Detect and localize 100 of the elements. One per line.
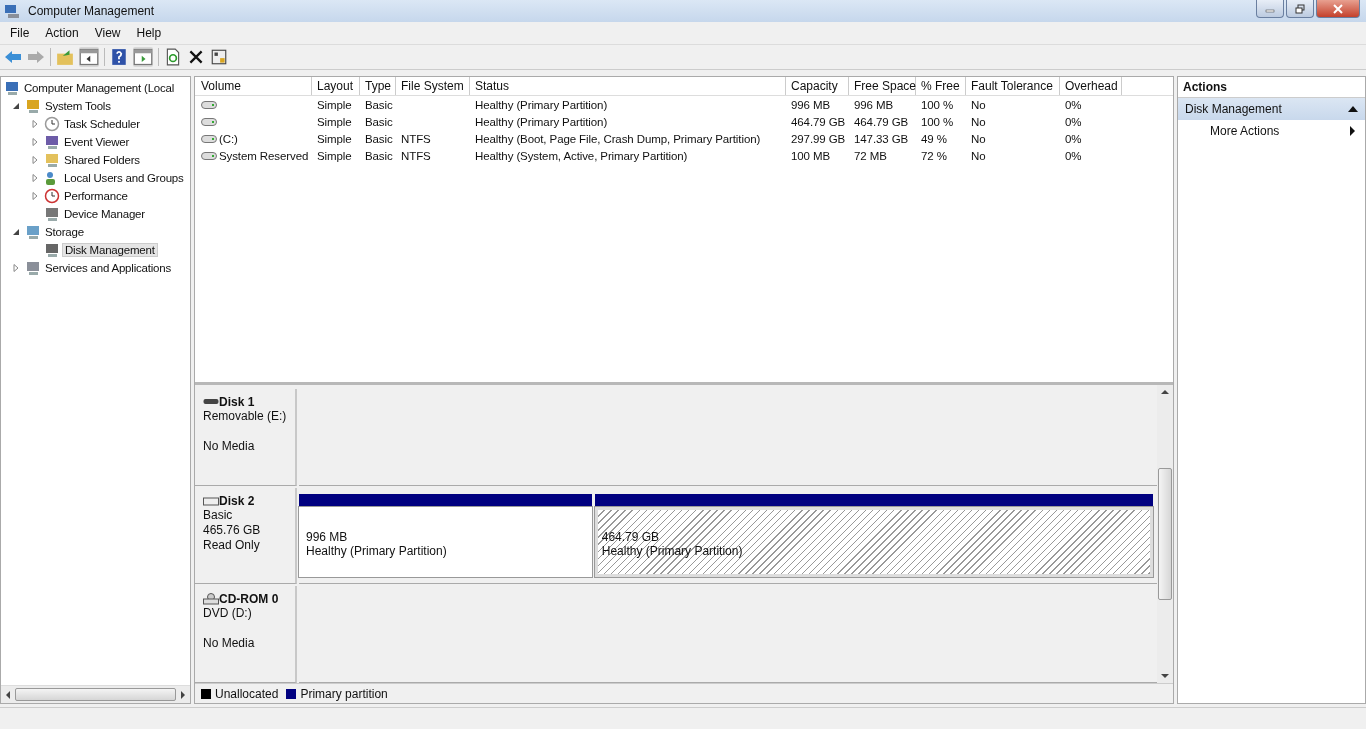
table-cell: NTFS — [401, 149, 431, 162]
column-header[interactable]: % Free — [916, 77, 966, 95]
partition-block[interactable]: 996 MB Healthy (Primary Partition) — [299, 506, 592, 578]
storage-icon — [25, 224, 41, 240]
table-cell: 100 % — [921, 98, 954, 111]
delete-icon[interactable] — [187, 48, 205, 66]
column-header[interactable]: Fault Tolerance — [966, 77, 1060, 95]
menu-item[interactable]: File — [2, 24, 38, 42]
column-header[interactable]: Capacity — [786, 77, 849, 95]
tree-item[interactable]: Device Manager — [62, 207, 147, 221]
column-header[interactable]: File System — [396, 77, 470, 95]
table-cell: NTFS — [401, 132, 431, 145]
table-cell: Simple — [317, 132, 352, 145]
table-cell: Healthy (System, Active, Primary Partition) — [475, 149, 688, 162]
disk-info: DVD (D:) — [203, 606, 253, 622]
column-header[interactable]: Volume — [196, 77, 312, 95]
expand-arrow-icon[interactable] — [31, 174, 39, 182]
table-cell: No — [971, 132, 986, 145]
expand-arrow-icon[interactable] — [31, 138, 39, 146]
tree-item[interactable]: Performance — [62, 189, 130, 203]
table-cell: Healthy (Primary Partition) — [475, 115, 608, 128]
submenu-arrow-icon — [1350, 126, 1355, 136]
scroll-left-icon[interactable] — [5, 690, 11, 699]
action-pane-icon[interactable] — [133, 47, 153, 67]
table-cell: 100 % — [921, 115, 954, 128]
table-cell: 464.79 GB — [791, 115, 846, 128]
tree-item[interactable]: Task Scheduler — [62, 117, 142, 131]
collapse-arrow-icon[interactable] — [12, 102, 20, 110]
table-cell: 72 MB — [854, 149, 887, 162]
refresh-icon[interactable] — [164, 48, 182, 66]
expand-arrow-icon[interactable] — [31, 120, 39, 128]
partition-block[interactable]: 464.79 GB Healthy (Primary Partition) — [594, 506, 1153, 578]
table-cell: Basic — [365, 98, 393, 111]
tree-item[interactable]: System Tools — [43, 99, 113, 113]
window-title: Computer Management — [28, 4, 155, 18]
column-header[interactable]: Type — [360, 77, 396, 95]
column-header[interactable]: Free Space — [849, 77, 916, 95]
collapse-arrow-icon[interactable] — [12, 228, 20, 236]
menu-item[interactable]: Action — [37, 24, 87, 42]
actions-section[interactable]: Disk Management — [1178, 98, 1365, 120]
table-cell: Healthy (Boot, Page File, Crash Dump, Primary Partition) — [475, 132, 761, 145]
table-cell: Basic — [365, 115, 393, 128]
table-cell: 996 MB — [854, 98, 894, 111]
drive-icon — [201, 99, 217, 110]
expand-arrow-icon[interactable] — [31, 192, 39, 200]
table-cell: No — [971, 149, 986, 162]
drive-icon — [201, 150, 217, 161]
column-header[interactable]: Layout — [312, 77, 360, 95]
collapse-arrow-icon[interactable] — [1348, 106, 1358, 112]
menu-item[interactable]: View — [86, 24, 129, 42]
table-cell: Healthy (Primary Partition) — [475, 98, 608, 111]
tree-item[interactable]: Event Viewer — [62, 135, 132, 149]
restore-button[interactable] — [1286, 0, 1314, 18]
pane-toggle-icon[interactable] — [79, 47, 99, 67]
legend-label: Primary partition — [300, 686, 388, 701]
tree-item[interactable]: Local Users and Groups — [62, 171, 186, 185]
table-cell: 464.79 GB — [854, 115, 909, 128]
drive-icon — [201, 133, 217, 144]
disk-name: Disk 1 — [219, 395, 255, 409]
scroll-down-icon[interactable] — [1161, 673, 1169, 679]
disk-info: 465.76 GB — [203, 522, 262, 538]
minimize-button[interactable] — [1256, 0, 1284, 18]
tree-item[interactable]: Computer Management (Local — [22, 81, 177, 95]
tree-item[interactable]: Storage — [43, 225, 86, 239]
expand-arrow-icon[interactable] — [31, 156, 39, 164]
disk-info: No Media — [203, 439, 256, 454]
legend-label: Unallocated — [215, 686, 279, 701]
action-link[interactable]: More Actions — [1210, 124, 1280, 138]
expand-arrow-icon[interactable] — [12, 264, 20, 272]
table-cell: System Reserved — [219, 149, 309, 162]
column-header[interactable]: Status — [470, 77, 786, 95]
table-cell: (C:) — [219, 132, 238, 145]
table-cell: Simple — [317, 115, 352, 128]
table-cell: No — [971, 115, 986, 128]
table-cell: 0% — [1065, 98, 1082, 111]
partition-status: Healthy (Primary Partition) — [601, 543, 744, 558]
scroll-right-icon[interactable] — [180, 690, 186, 699]
menu-item[interactable]: Help — [128, 24, 170, 42]
back-arrow-icon[interactable] — [4, 48, 22, 66]
close-button[interactable] — [1316, 0, 1360, 18]
table-cell: 297.99 GB — [791, 132, 846, 145]
table-cell: 147.33 GB — [854, 132, 909, 145]
disk-info: Basic — [203, 507, 234, 523]
horizontal-scrollbar[interactable] — [1, 685, 190, 703]
tree-item[interactable]: Services and Applications — [43, 261, 174, 275]
close-icon — [1332, 3, 1344, 14]
tree-item[interactable]: Disk Management — [62, 243, 158, 257]
scroll-up-icon[interactable] — [1161, 389, 1169, 395]
table-cell: 996 MB — [791, 98, 831, 111]
table-cell: Basic — [365, 132, 393, 145]
column-header[interactable]: Overhead — [1060, 77, 1122, 95]
table-cell: 0% — [1065, 115, 1082, 128]
vertical-scrollbar[interactable] — [1157, 385, 1173, 683]
drive-icon — [201, 116, 217, 127]
partition-size: 996 MB — [306, 529, 349, 544]
folder-up-icon[interactable] — [56, 48, 74, 66]
help-icon[interactable] — [110, 48, 128, 66]
app-icon — [4, 3, 20, 19]
properties-icon[interactable] — [210, 48, 228, 66]
tree-item[interactable]: Shared Folders — [62, 153, 142, 167]
